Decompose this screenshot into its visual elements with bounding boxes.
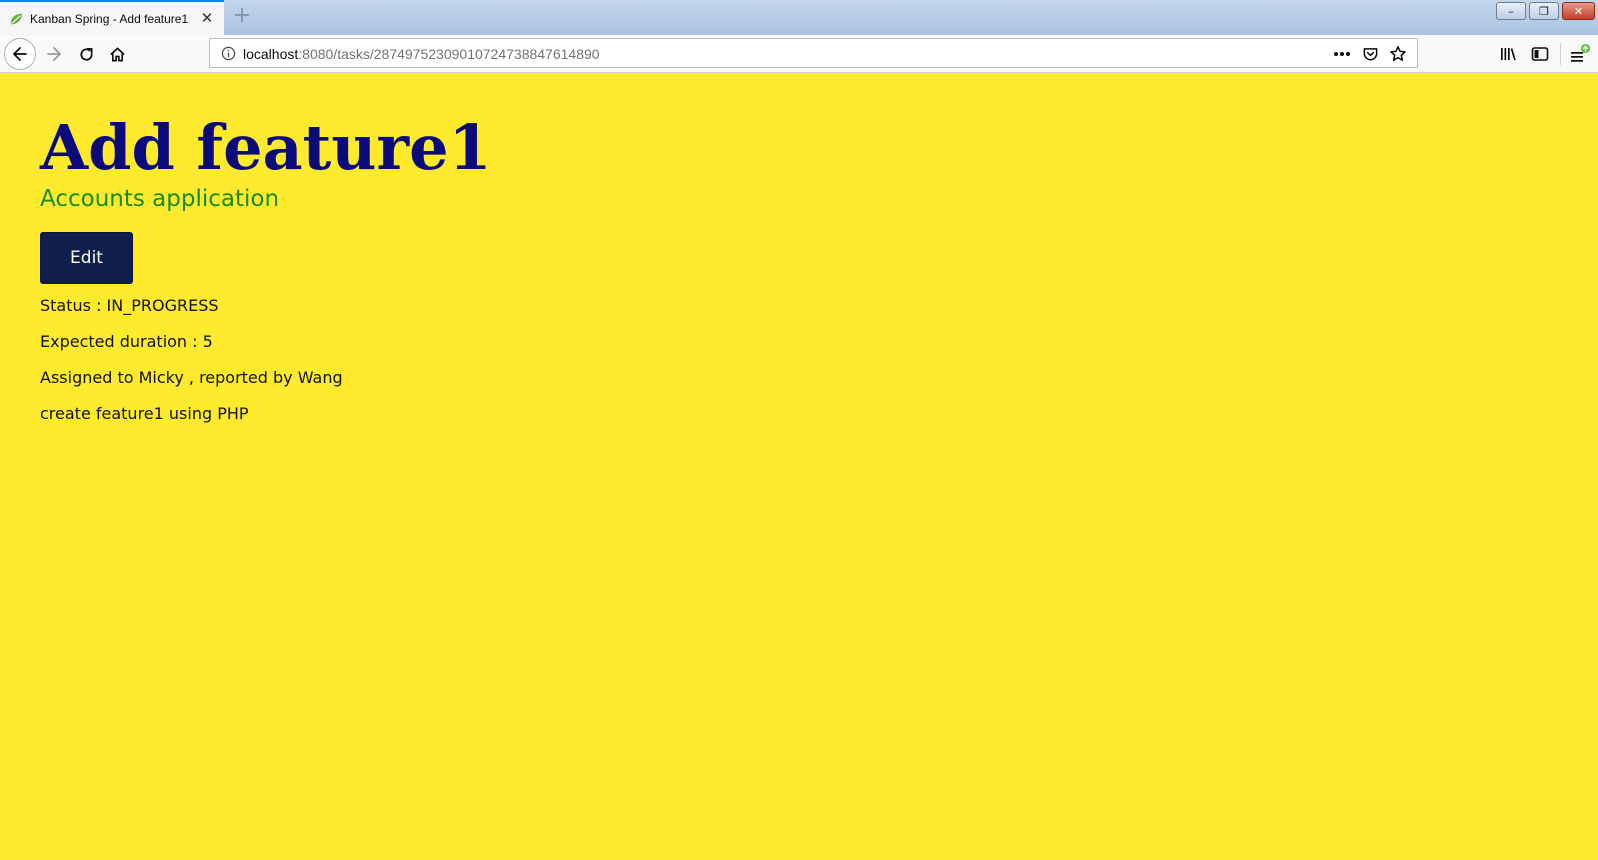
window-close-button[interactable]: ✕ [1562,2,1595,20]
star-icon [1390,46,1406,61]
bookmark-star-button[interactable] [1387,43,1409,65]
home-button[interactable] [101,38,133,70]
url-text[interactable]: localhost:8080/tasks/2874975230901072473… [243,46,600,62]
back-arrow-icon [13,47,27,61]
plus-icon[interactable]: + [232,5,252,27]
expected-duration-text: Expected duration : 5 [40,332,213,351]
edit-button[interactable]: Edit [40,232,133,284]
pocket-icon [1363,47,1377,60]
page-actions-button[interactable] [1331,43,1353,65]
info-icon[interactable] [221,46,236,61]
window-controls: – ❐ ✕ [1496,2,1595,20]
spring-leaf-icon [10,13,23,24]
navigation-toolbar: localhost:8080/tasks/2874975230901072473… [0,35,1598,73]
url-path: :8080/tasks/2874975230901072473884761489… [298,46,600,62]
reload-icon [79,47,93,61]
sidebar-button[interactable] [1524,38,1556,70]
restore-icon: ❐ [1539,4,1549,18]
url-bar[interactable]: localhost:8080/tasks/2874975230901072473… [209,38,1418,68]
reload-button[interactable] [70,38,102,70]
minimize-button[interactable]: – [1496,2,1526,20]
more-dots-icon [1334,52,1350,56]
browser-tab[interactable]: Kanban Spring - Add feature1 ✕ [0,0,224,35]
back-button[interactable] [4,38,36,70]
assignment-text: Assigned to Micky , reported by Wang [40,368,343,387]
status-text: Status : IN_PROGRESS [40,296,219,315]
task-description: create feature1 using PHP [40,404,249,423]
forward-arrow-icon [47,47,61,61]
close-icon[interactable]: ✕ [199,10,215,26]
toolbar-separator [1560,43,1561,65]
task-title: Add feature1 [40,111,492,184]
menu-button[interactable] [1564,38,1596,70]
title-bar: Kanban Spring - Add feature1 ✕ + – ❐ ✕ [0,0,1598,35]
page-actions [1331,43,1409,65]
library-icon [1501,48,1516,61]
minimize-icon: – [1508,4,1514,18]
page-content: Add feature1 Accounts application Edit S… [0,74,1598,860]
forward-button[interactable] [38,38,70,70]
project-name: Accounts application [40,186,280,212]
restore-button[interactable]: ❐ [1529,2,1559,20]
menu-icon [1571,44,1590,62]
tab-title: Kanban Spring - Add feature1 [30,11,189,26]
window-close-icon: ✕ [1573,4,1584,18]
library-button[interactable] [1492,38,1524,70]
sidebar-icon [1531,47,1549,61]
pocket-button[interactable] [1359,43,1381,65]
url-host: localhost [243,46,299,62]
home-icon [109,47,125,61]
